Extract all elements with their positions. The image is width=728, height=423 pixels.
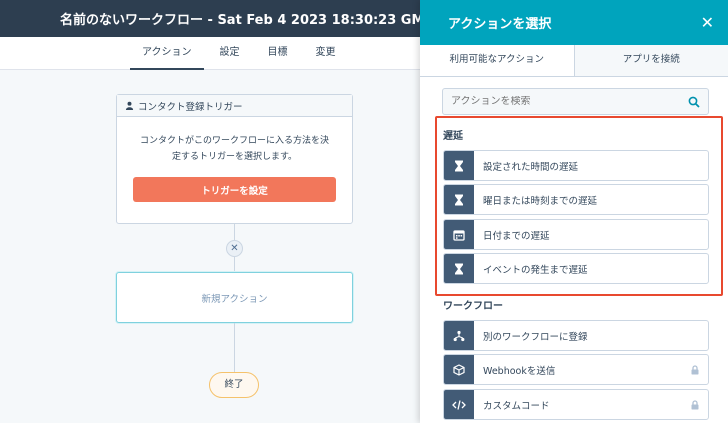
trigger-card-title: コンタクト登録トリガー: [138, 101, 243, 113]
trigger-card-header: コンタクト登録トリガー: [117, 95, 352, 117]
close-icon[interactable]: ✕: [701, 13, 714, 32]
panel-header: アクションを選択 ✕: [420, 0, 728, 45]
person-icon: [125, 101, 134, 110]
connector-line: [234, 257, 235, 272]
search-icon[interactable]: [688, 96, 700, 108]
set-trigger-button[interactable]: トリガーを設定: [133, 177, 336, 202]
section-label-delay: 遅延: [443, 131, 463, 142]
action-item-set-time-delay[interactable]: 設定された時間の遅延: [443, 150, 709, 181]
new-action-label: 新規アクション: [201, 293, 268, 305]
hourglass-icon: [444, 151, 474, 180]
calendar-icon: [444, 220, 474, 249]
action-item-enroll-in-workflow[interactable]: 別のワークフローに登録: [443, 320, 709, 351]
action-item-label: 設定された時間の遅延: [483, 161, 579, 173]
action-item-delay-until-date[interactable]: 日付までの遅延: [443, 219, 709, 250]
panel-tabs: 利用可能なアクション アプリを接続: [420, 45, 728, 77]
action-item-custom-code[interactable]: カスタムコード: [443, 389, 709, 420]
lock-icon: [691, 364, 699, 374]
panel-title: アクションを選択: [448, 17, 552, 32]
tab-goals[interactable]: 目標: [268, 37, 288, 70]
choose-action-panel: アクションを選択 ✕ 利用可能なアクション アプリを接続 遅延 設定された時間の…: [420, 0, 728, 423]
action-item-label: 曜日または時刻までの遅延: [483, 195, 598, 207]
tab-connect-apps[interactable]: アプリを接続: [573, 45, 728, 76]
action-item-send-webhook[interactable]: Webhookを送信: [443, 354, 709, 385]
trigger-description-line2: 定するトリガーを選択します。: [171, 152, 298, 162]
workflow-branch-icon: [444, 321, 474, 350]
workflow-tabs: アクション 設定 目標 変更: [0, 37, 420, 71]
trigger-description-line1: コンタクトがこのワークフローに入る方法を決: [139, 136, 329, 146]
workflow-title-bar: 名前のないワークフロー - Sat Feb 4 2023 18:30:23 GM…: [0, 0, 420, 37]
action-item-delay-until-day-or-time[interactable]: 曜日または時刻までの遅延: [443, 184, 709, 215]
cube-icon: [444, 355, 474, 384]
action-item-delay-until-event[interactable]: イベントの発生まで遅延: [443, 253, 709, 284]
tab-changes[interactable]: 変更: [316, 37, 336, 70]
workflow-title[interactable]: 名前のないワークフロー - Sat Feb 4 2023 18:30:23 GM…: [60, 9, 420, 28]
hourglass-icon: [444, 254, 474, 283]
tab-actions[interactable]: アクション: [130, 37, 203, 71]
lock-icon: [691, 399, 699, 409]
remove-step-button[interactable]: ✕: [226, 240, 243, 257]
tab-available-actions[interactable]: 利用可能なアクション: [420, 45, 574, 76]
action-item-label: 別のワークフローに登録: [483, 331, 588, 343]
action-item-label: カスタムコード: [483, 400, 550, 412]
workflow-canvas: コンタクト登録トリガー コンタクトがこのワークフローに入る方法を決 定するトリガ…: [0, 70, 420, 423]
search-input[interactable]: [451, 96, 688, 107]
trigger-description: コンタクトがこのワークフローに入る方法を決 定するトリガーを選択します。: [117, 117, 352, 165]
connector-line: [234, 323, 235, 372]
action-item-label: 日付までの遅延: [483, 230, 550, 242]
connector-line: [234, 224, 235, 240]
new-action-card[interactable]: 新規アクション: [116, 272, 353, 323]
code-icon: [444, 390, 474, 419]
tab-settings[interactable]: 設定: [220, 37, 240, 70]
action-search[interactable]: [442, 88, 709, 115]
action-item-label: Webhookを送信: [483, 365, 556, 377]
section-label-workflow: ワークフロー: [443, 301, 503, 312]
trigger-card[interactable]: コンタクト登録トリガー コンタクトがこのワークフローに入る方法を決 定するトリガ…: [116, 94, 353, 224]
end-node: 終了: [209, 372, 259, 398]
hourglass-icon: [444, 185, 474, 214]
action-item-label: イベントの発生まで遅延: [483, 264, 588, 276]
